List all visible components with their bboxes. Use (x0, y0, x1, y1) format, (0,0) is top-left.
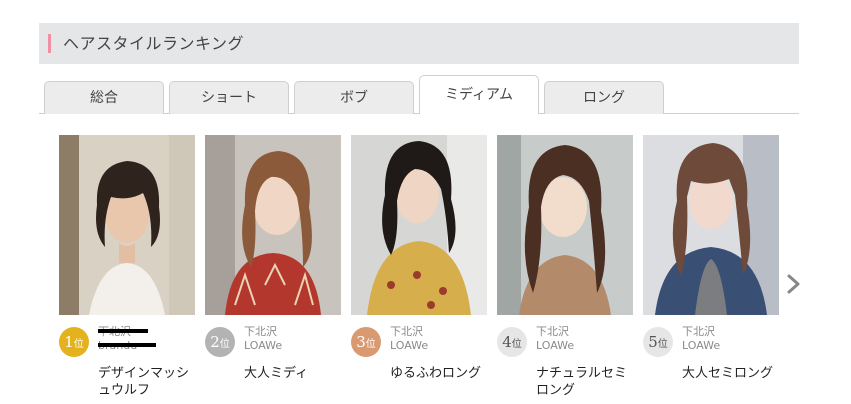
rank-badge-bronze: 3位 (351, 327, 381, 357)
ranking-card-1[interactable]: 1位 下北沢 brandu デザインマッシュウルフ (59, 135, 195, 399)
style-name[interactable]: 大人セミロング (643, 365, 780, 382)
tab-bob[interactable]: ボブ (294, 81, 414, 114)
salon-name: LOAWe (682, 339, 721, 352)
hairstyle-photo-image (351, 135, 487, 315)
card-meta: 1位 下北沢 brandu (59, 325, 195, 359)
tab-all[interactable]: 総合 (44, 81, 164, 114)
category-tabs: 総合 ショート ボブ ミディアム ロング (39, 75, 799, 115)
ranking-card-5[interactable]: 5位 下北沢 LOAWe 大人セミロング (643, 135, 779, 382)
salon-name: LOAWe (244, 339, 283, 352)
redaction-bar (98, 343, 156, 347)
hairstyle-photo-image (59, 135, 195, 315)
rank-suffix: 位 (657, 339, 668, 350)
style-name[interactable]: ゆるふわロング (351, 365, 488, 382)
salon-name: LOAWe (536, 339, 575, 352)
card-meta: 4位 下北沢 LOAWe (497, 325, 633, 359)
style-name[interactable]: 大人ミディ (205, 365, 342, 382)
salon-name: LOAWe (390, 339, 429, 352)
section-title: ヘアスタイルランキング (63, 34, 245, 53)
hairstyle-photo[interactable] (59, 135, 195, 315)
rank-number: 4 (502, 333, 512, 351)
card-meta: 5位 下北沢 LOAWe (643, 325, 779, 359)
hairstyle-photo-image (205, 135, 341, 315)
redaction-bar (98, 329, 148, 333)
hairstyle-photo[interactable] (205, 135, 341, 315)
tab-medium[interactable]: ミディアム (419, 75, 539, 115)
rank-suffix: 位 (511, 339, 522, 350)
style-name[interactable]: デザインマッシュウルフ (59, 365, 196, 399)
hairstyle-photo[interactable] (497, 135, 633, 315)
salon-info: 下北沢 LOAWe (536, 325, 574, 353)
rank-badge-silver: 2位 (205, 327, 235, 357)
salon-info: 下北沢 LOAWe (682, 325, 720, 353)
salon-area: 下北沢 (390, 325, 423, 338)
hairstyle-photo[interactable] (643, 135, 779, 315)
rank-number: 1 (64, 333, 74, 351)
rank-suffix: 位 (73, 339, 84, 350)
tab-short[interactable]: ショート (169, 81, 289, 114)
tab-long[interactable]: ロング (544, 81, 664, 114)
header-accent-bar (48, 34, 51, 53)
rank-suffix: 位 (365, 339, 376, 350)
card-meta: 3位 下北沢 LOAWe (351, 325, 487, 359)
rank-badge: 4位 (497, 327, 527, 357)
chevron-right-icon[interactable] (784, 272, 804, 296)
rank-badge-gold: 1位 (59, 327, 89, 357)
salon-info: 下北沢 LOAWe (244, 325, 282, 353)
section-header: ヘアスタイルランキング (39, 23, 799, 64)
rank-badge: 5位 (643, 327, 673, 357)
rank-suffix: 位 (219, 339, 230, 350)
hairstyle-photo-image (497, 135, 633, 315)
hairstyle-ranking-widget: ヘアスタイルランキング 総合 ショート ボブ ミディアム ロング 1位 デザイン… (0, 0, 851, 404)
ranking-card-2[interactable]: 2位 下北沢 LOAWe 大人ミディ (205, 135, 341, 382)
rank-number: 3 (356, 333, 366, 351)
card-meta: 2位 下北沢 LOAWe (205, 325, 341, 359)
hairstyle-photo[interactable] (351, 135, 487, 315)
salon-area: 下北沢 (244, 325, 277, 338)
salon-area: 下北沢 (682, 325, 715, 338)
style-name[interactable]: ナチュラルセミロング (497, 365, 634, 399)
ranking-card-3[interactable]: 3位 下北沢 LOAWe ゆるふわロング (351, 135, 487, 382)
rank-number: 2 (210, 333, 220, 351)
salon-info: 下北沢 LOAWe (390, 325, 428, 353)
ranking-card-4[interactable]: 4位 下北沢 LOAWe ナチュラルセミロング (497, 135, 633, 399)
rank-number: 5 (648, 333, 658, 351)
hairstyle-photo-image (643, 135, 779, 315)
salon-area: 下北沢 (536, 325, 569, 338)
